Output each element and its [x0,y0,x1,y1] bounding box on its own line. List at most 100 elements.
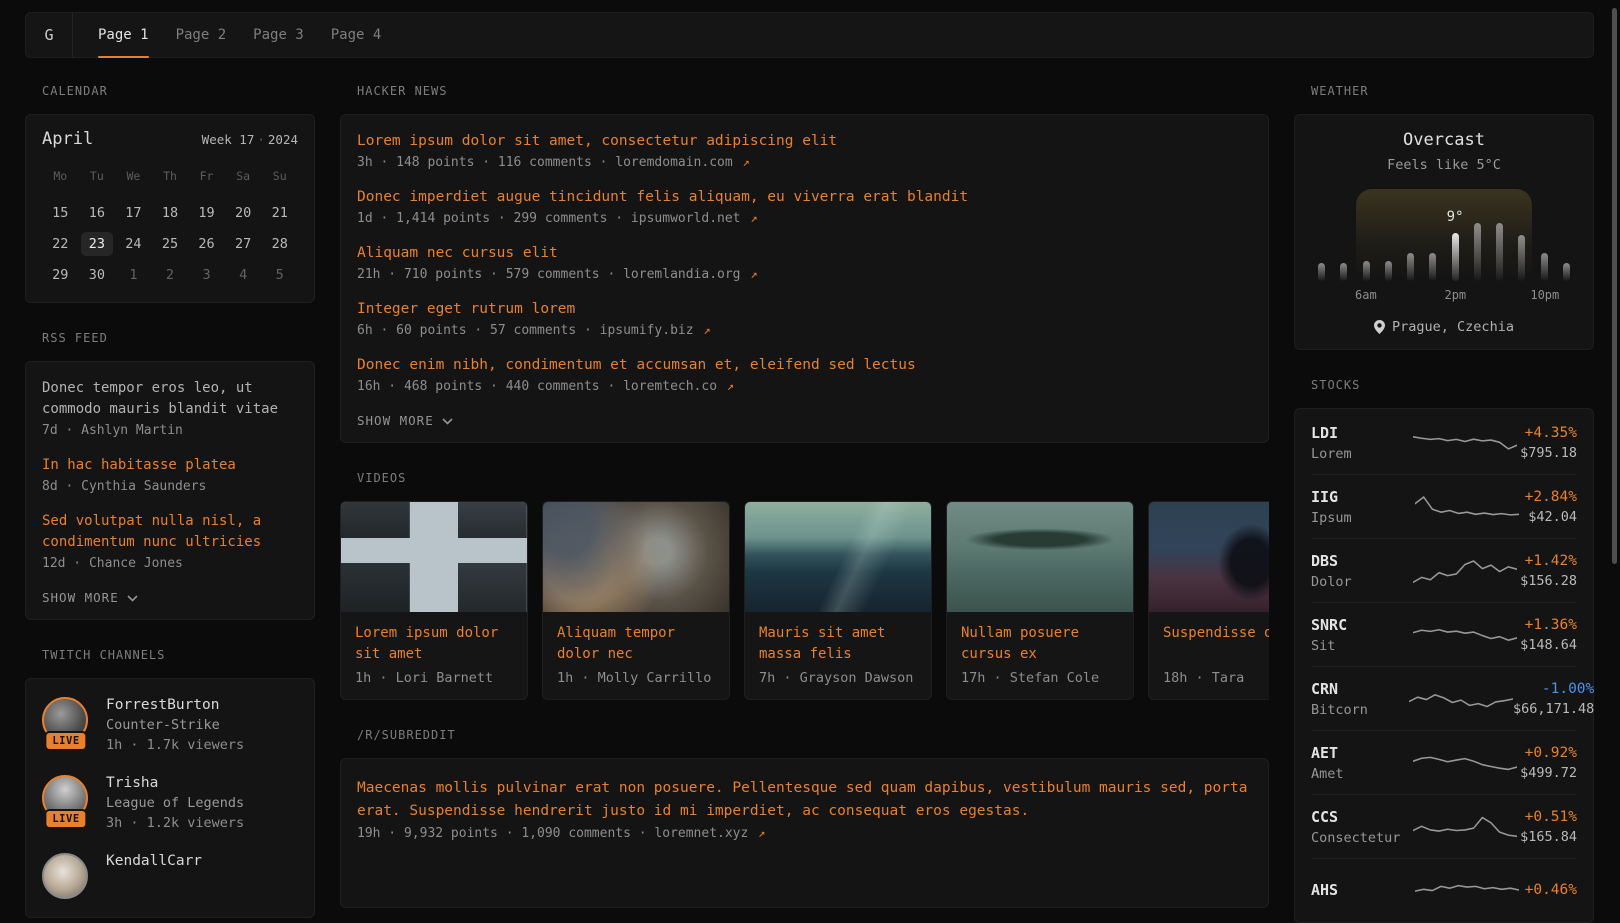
calendar-day: 19 [188,197,225,228]
stock-change: +0.46% [1525,882,1577,898]
calendar-day: 15 [42,197,79,228]
external-link-icon: ↗ [750,211,757,225]
location-pin-icon [1374,320,1385,334]
channel-name[interactable]: ForrestBurton [106,697,244,713]
stock-sparkline [1409,489,1525,525]
right-column: WEATHER Overcast Feels like 5°C [1294,84,1594,923]
weather-bar [1385,261,1392,281]
stock-change: +4.35% [1520,425,1577,441]
rss-item-title[interactable]: In hac habitasse platea [42,455,298,476]
video-card[interactable]: Lorem ipsum dolor sit amet consectetu… 1… [340,501,528,700]
stock-name: Dolor [1311,574,1409,590]
hn-item-title[interactable]: Lorem ipsum dolor sit amet, consectetur … [357,131,1252,152]
page-tab[interactable]: Page 4 [331,13,382,57]
hacker-news-item: Donec imperdiet augue tincidunt felis al… [357,187,1252,226]
stocks-section-label: STOCKS [1311,378,1594,392]
page-tab[interactable]: Page 2 [176,13,227,57]
hour-tick-label: 2pm [1444,288,1466,302]
hn-item-title[interactable]: Donec enim nibh, condimentum et accumsan… [357,355,1252,376]
video-title[interactable]: Lorem ipsum dolor sit amet consectetu… [355,623,513,665]
rss-item-title[interactable]: Sed volutpat nulla nisl, a condimentum n… [42,511,298,553]
calendar-day-header: Mo [42,169,79,197]
hacker-news-item: Integer eget rutrum lorem 6h · 60 points… [357,299,1252,338]
twitch-channel-row[interactable]: LIVE Trisha League of Legends 3h · 1.2k … [42,775,298,831]
twitch-channel-row[interactable]: LIVE KendallCarr [42,853,298,899]
middle-column: HACKER NEWS Lorem ipsum dolor sit amet, … [340,84,1269,908]
subreddit-section: /R/SUBREDDIT Maecenas mollis pulvinar er… [340,728,1269,908]
stock-row: DBS Dolor +1.42% $156.28 [1311,538,1577,602]
calendar-day: 18 [152,197,189,228]
video-title[interactable]: Suspendisse diam [1163,623,1269,665]
hn-item-title[interactable]: Donec imperdiet augue tincidunt felis al… [357,187,1252,208]
avatar-wrapper: LIVE [42,775,90,821]
video-title[interactable]: Aliquam tempor dolor nec pharetra… [557,623,715,665]
subreddit-section-label: /R/SUBREDDIT [357,728,1269,742]
calendar-day: 4 [225,259,262,290]
external-link-icon: ↗ [703,323,710,337]
stock-sparkline [1409,617,1520,653]
rss-item: Donec tempor eros leo, ut commodo mauris… [42,378,298,438]
stock-row: AET Amet +0.92% $499.72 [1311,730,1577,794]
hn-show-more-button[interactable]: SHOW MORE [357,413,1252,428]
hn-item-title[interactable]: Integer eget rutrum lorem [357,299,1252,320]
calendar-day-headers: MoTuWeThFrSaSu [42,169,298,197]
weather-hourly-chart: 9° [1318,189,1570,281]
hacker-news-items: Lorem ipsum dolor sit amet, consectetur … [357,131,1252,394]
weather-bar [1496,223,1503,281]
page-tab[interactable]: Page 1 [98,13,149,57]
rss-item: Sed volutpat nulla nisl, a condimentum n… [42,511,298,571]
hn-item-meta: 3h · 148 points · 116 comments · loremdo… [357,155,1252,170]
twitch-section: TWITCH CHANNELS LIVE ForrestBurton Count… [25,648,315,918]
calendar-day: 29 [42,259,79,290]
weather-location: Prague, Czechia [1311,319,1577,335]
weather-feels-like: Feels like 5°C [1311,157,1577,173]
stock-sparkline [1409,809,1520,845]
calendar-day-header: Sa [225,169,262,197]
videos-row: Lorem ipsum dolor sit amet consectetu… 1… [340,501,1269,700]
rss-item-title[interactable]: Donec tempor eros leo, ut commodo mauris… [42,378,298,420]
stock-ticker: AHS [1311,881,1409,899]
weather-bar-slot [1363,261,1370,281]
rss-item-meta: 7d · Ashlyn Martin [42,423,298,438]
videos-section: VIDEOS Lorem ipsum dolor sit amet consec… [340,471,1269,700]
video-card[interactable]: Suspendisse diam 18h · Tara [1148,501,1269,700]
live-badge: LIVE [44,731,87,751]
twitch-channel-row[interactable]: LIVE ForrestBurton Counter-Strike 1h · 1… [42,697,298,753]
weather-bars: 9° [1318,189,1570,281]
video-meta: 7h · Grayson Dawson [759,670,917,686]
weather-bar [1363,261,1370,281]
weather-bar-slot [1407,253,1414,281]
page-tab-label: Page 3 [253,27,304,43]
calendar-widget: April Week 17·2024 MoTuWeThFrSaSu 15 [25,114,315,303]
external-link-icon: ↗ [727,379,734,393]
video-thumbnail [341,502,527,612]
calendar-day: 2 [152,259,189,290]
video-card[interactable]: Aliquam tempor dolor nec pharetra… 1h · … [542,501,730,700]
channel-name[interactable]: Trisha [106,775,244,791]
video-title[interactable]: Mauris sit amet massa felis [759,623,917,665]
scrollbar-thumb[interactable] [1612,8,1617,564]
video-thumbnail [1149,502,1269,612]
hn-item-meta: 6h · 60 points · 57 comments · ipsumify.… [357,323,1252,338]
page-tab-label: Page 1 [98,27,149,43]
channel-category: League of Legends [106,795,244,811]
stock-row: CRN Bitcorn -1.00% $66,171.48 [1311,666,1577,730]
stock-price: $156.28 [1520,573,1577,589]
channel-viewers: 3h · 1.2k viewers [106,815,244,831]
video-title[interactable]: Nullam posuere cursus ex [961,623,1119,665]
calendar-day-header: Fr [188,169,225,197]
external-link-icon: ↗ [743,155,750,169]
page-tab[interactable]: Page 3 [253,13,304,57]
subreddit-post-title[interactable]: Maecenas mollis pulvinar erat non posuer… [357,777,1252,823]
stock-name: Sit [1311,638,1409,654]
calendar-day: 27 [225,228,262,259]
calendar-day-header: We [115,169,152,197]
hn-item-title[interactable]: Aliquam nec cursus elit [357,243,1252,264]
stock-change: -1.00% [1513,681,1594,697]
rss-show-more-button[interactable]: SHOW MORE [42,590,298,605]
stock-row: SNRC Sit +1.36% $148.64 [1311,602,1577,666]
weather-bar-slot [1518,235,1525,281]
video-card[interactable]: Mauris sit amet massa felis 7h · Grayson… [744,501,932,700]
video-card[interactable]: Nullam posuere cursus ex 17h · Stefan Co… [946,501,1134,700]
channel-name[interactable]: KendallCarr [106,853,202,869]
